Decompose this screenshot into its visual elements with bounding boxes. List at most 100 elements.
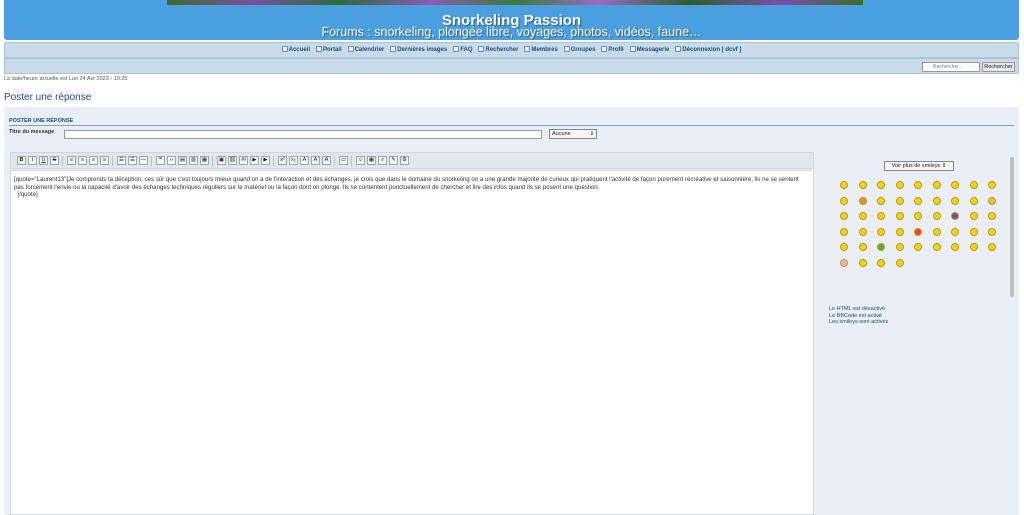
code-icon[interactable]: ‹› (167, 156, 176, 165)
hide-icon[interactable]: ▥ (189, 156, 198, 165)
email-icon[interactable]: ✉ (239, 156, 248, 165)
number-list-icon[interactable]: ☰ (128, 156, 137, 165)
smiley-icon[interactable] (914, 212, 922, 220)
smiley-icon[interactable] (969, 212, 978, 220)
smiley-icon[interactable] (877, 227, 885, 236)
hr-icon[interactable]: ― (139, 156, 148, 165)
date-icon[interactable]: ▦ (367, 156, 376, 165)
scrollbar-thumb[interactable] (1010, 157, 1014, 297)
font-size-icon[interactable]: A (300, 156, 309, 165)
smiley-icon[interactable] (858, 258, 867, 267)
smiley-icon[interactable] (895, 243, 904, 251)
image-icon[interactable]: ▣ (217, 156, 226, 165)
smiley-icon[interactable] (877, 243, 885, 251)
preview-icon[interactable]: ⌕ (378, 156, 387, 165)
smiley-scrollbar[interactable] (1010, 157, 1014, 297)
smiley-icon[interactable] (951, 227, 959, 236)
bullet-list-icon[interactable]: ☰ (117, 156, 126, 165)
font-face-icon[interactable]: A (322, 156, 331, 165)
smiley-icon[interactable] (895, 258, 904, 267)
smiley-icon[interactable] (840, 243, 848, 251)
table-icon[interactable]: ▦ (200, 156, 209, 165)
superscript-icon[interactable]: x² (278, 156, 287, 165)
smiley-icon[interactable] (988, 212, 996, 220)
underline-icon[interactable]: U (39, 156, 48, 165)
nav-messagerie[interactable]: Messagerie (629, 43, 669, 57)
nav-deconnexion[interactable]: Déconnexion [ dcvf ] (675, 43, 741, 57)
smiley-icon[interactable] (932, 227, 941, 236)
smiley-icon[interactable] (877, 258, 885, 267)
smiley-icon[interactable] (951, 243, 959, 251)
search-button[interactable]: Rechercher (982, 62, 1015, 72)
smiley-icon[interactable] (951, 196, 959, 205)
smiley-icon[interactable] (840, 258, 848, 267)
more-smileys-select[interactable]: Voir plus de smileys ⇕ (884, 161, 954, 171)
smiley-icon[interactable] (877, 212, 885, 220)
smiley-icon[interactable] (988, 196, 996, 205)
fullscreen-icon[interactable]: ▭ (339, 156, 348, 165)
nav-groupes[interactable]: Groupes (563, 43, 595, 57)
quote-icon[interactable]: ❝ (156, 156, 165, 165)
smiley-icon[interactable] (840, 181, 848, 189)
font-color-icon[interactable]: A (311, 156, 320, 165)
link-icon[interactable]: ⛓ (228, 156, 237, 165)
source-icon[interactable]: ⚙ (400, 156, 409, 165)
smiley-icon[interactable] (932, 212, 941, 220)
align-justify-icon[interactable]: ≡ (100, 156, 109, 165)
nav-dernieres-images[interactable]: Dernières images (390, 43, 447, 57)
smiley-icon[interactable] (840, 196, 848, 205)
smiley-icon[interactable] (877, 181, 885, 189)
smiley-icon[interactable] (932, 243, 941, 251)
message-editor[interactable]: [quote="Laurent13"]Je comprends ta décep… (10, 170, 814, 515)
nav-profil[interactable]: Profil (601, 43, 624, 57)
smiley-icon[interactable] (895, 227, 904, 236)
nav-rechercher[interactable]: Rechercher (478, 43, 519, 57)
smiley-icon[interactable] (969, 227, 978, 236)
align-center-icon[interactable]: ≡ (78, 156, 87, 165)
smiley-icon[interactable] (914, 196, 922, 205)
other-icon[interactable]: ✎ (389, 156, 398, 165)
smiley-icon[interactable] (969, 181, 978, 189)
nav-portail[interactable]: Portail (315, 43, 342, 57)
smiley-icon[interactable]: ☺ (356, 156, 365, 165)
smiley-icon[interactable] (932, 181, 941, 189)
nav-faq[interactable]: FAQ (453, 43, 473, 57)
subscript-icon[interactable]: x₂ (289, 156, 298, 165)
smiley-icon[interactable] (914, 181, 922, 189)
smiley-icon[interactable] (914, 227, 922, 236)
smiley-icon[interactable] (988, 227, 996, 236)
smiley-icon[interactable] (840, 227, 848, 236)
smiley-icon[interactable] (895, 196, 904, 205)
smiley-icon[interactable] (969, 243, 978, 251)
strike-icon[interactable]: S (50, 156, 59, 165)
search-input[interactable] (922, 62, 980, 72)
align-right-icon[interactable]: ≡ (89, 156, 98, 165)
flash-icon[interactable]: ▶ (250, 156, 259, 165)
smiley-icon[interactable] (895, 212, 904, 220)
nav-accueil[interactable]: Accueil (281, 43, 310, 57)
smiley-icon[interactable] (988, 243, 996, 251)
smiley-icon[interactable] (858, 243, 867, 251)
smiley-icon[interactable] (895, 181, 904, 189)
smiley-icon[interactable] (858, 227, 867, 236)
smiley-icon[interactable] (840, 212, 848, 220)
nav-membres[interactable]: Membres (524, 43, 558, 57)
nav-calendrier[interactable]: Calendrier (347, 43, 384, 57)
smiley-icon[interactable] (914, 243, 922, 251)
youtube-icon[interactable]: ▶ (261, 156, 270, 165)
smiley-icon[interactable] (951, 212, 959, 220)
smiley-icon[interactable] (932, 196, 941, 205)
smiley-icon[interactable] (877, 196, 885, 205)
italic-icon[interactable]: I (28, 156, 37, 165)
bold-icon[interactable]: B (17, 156, 26, 165)
smiley-icon[interactable] (858, 181, 867, 189)
smiley-icon[interactable] (951, 181, 959, 189)
align-left-icon[interactable]: ≡ (67, 156, 76, 165)
smiley-icon[interactable] (858, 212, 867, 220)
smiley-icon[interactable] (969, 196, 978, 205)
subject-input[interactable] (64, 130, 542, 139)
spoiler-icon[interactable]: ▤ (178, 156, 187, 165)
message-icon-select[interactable]: Aucune ⇕ (549, 129, 597, 139)
smiley-icon[interactable] (858, 196, 867, 205)
smiley-icon[interactable] (988, 181, 996, 189)
